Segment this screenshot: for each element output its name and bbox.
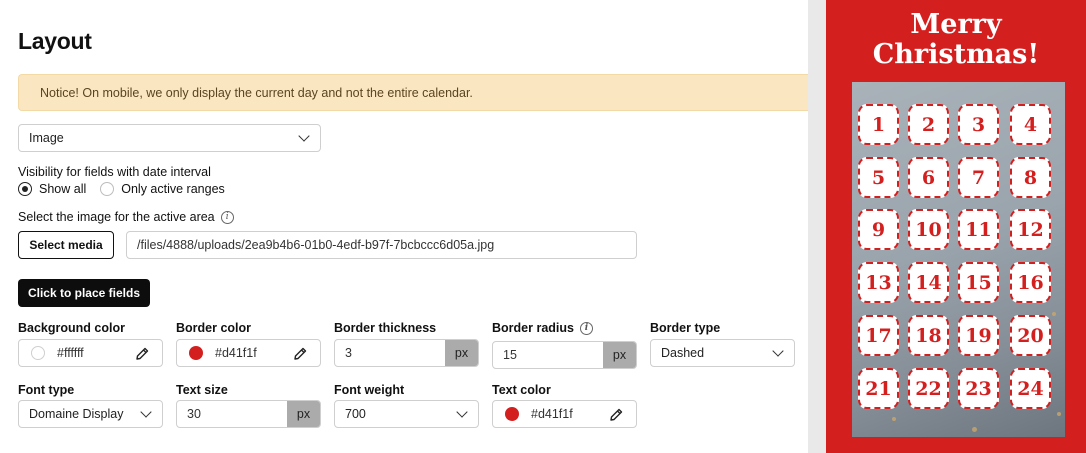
text-color-label: Text color <box>492 383 551 397</box>
eyedropper-icon[interactable] <box>134 346 150 362</box>
font-weight-value: 700 <box>345 407 366 421</box>
border-radius-label-text: Border radius <box>492 321 574 335</box>
sparkle-decoration <box>892 417 896 421</box>
text-size-input[interactable]: 30 px <box>176 400 321 428</box>
border-thickness-input[interactable]: 3 px <box>334 339 479 367</box>
layout-type-value: Image <box>29 131 64 145</box>
calendar-day-1[interactable]: 1 <box>858 104 899 145</box>
calendar-preview: Merry Christmas! 1 2 3 4 5 6 7 8 9 10 11 12 13 14 15 16… <box>826 0 1086 453</box>
chevron-down-icon <box>140 406 152 418</box>
settings-panel: Layout Notice! On mobile, we only displa… <box>0 0 808 453</box>
select-media-button[interactable]: Select media <box>18 231 114 259</box>
place-fields-button[interactable]: Click to place fields <box>18 279 150 307</box>
calendar-day-11[interactable]: 11 <box>958 209 999 250</box>
chevron-down-icon <box>298 130 310 142</box>
text-size-label: Text size <box>176 383 228 397</box>
active-image-label-text: Select the image for the active area <box>18 210 215 224</box>
calendar-day-16[interactable]: 16 <box>1010 262 1051 303</box>
calendar-day-7[interactable]: 7 <box>958 157 999 198</box>
border-color-value: #d41f1f <box>215 346 257 360</box>
calendar-day-20[interactable]: 20 <box>1010 315 1051 356</box>
chevron-down-icon <box>456 406 468 418</box>
px-unit-label: px <box>445 340 478 366</box>
calendar-day-6[interactable]: 6 <box>908 157 949 198</box>
radio-button-unchecked[interactable] <box>100 182 115 196</box>
background-color-value: #ffffff <box>57 346 84 360</box>
border-radius-input[interactable]: 15 px <box>492 341 637 369</box>
color-swatch <box>505 407 519 421</box>
background-color-label: Background color <box>18 321 125 335</box>
calendar-day-21[interactable]: 21 <box>858 368 899 409</box>
radio-only-active[interactable]: Only active ranges <box>100 182 225 196</box>
radio-button-checked[interactable] <box>18 182 32 196</box>
px-unit-label: px <box>287 401 320 427</box>
radio-show-all[interactable]: Show all <box>18 182 86 196</box>
active-image-label: Select the image for the active area i <box>18 210 234 225</box>
radio-show-all-label: Show all <box>39 182 87 196</box>
calendar-day-12[interactable]: 12 <box>1010 209 1051 250</box>
calendar-day-3[interactable]: 3 <box>958 104 999 145</box>
preview-title-line1: Merry <box>910 9 1002 40</box>
calendar-day-10[interactable]: 10 <box>908 209 949 250</box>
info-icon[interactable]: i <box>220 211 234 225</box>
calendar-image: 1 2 3 4 5 6 7 8 9 10 11 12 13 14 15 16 17 18 19 20 21 22 23 24 <box>852 82 1065 437</box>
border-type-select[interactable]: Dashed <box>650 339 795 367</box>
calendar-day-24[interactable]: 24 <box>1010 368 1051 409</box>
background-color-picker[interactable]: #ffffff <box>18 339 163 367</box>
calendar-day-13[interactable]: 13 <box>858 262 899 303</box>
visibility-radio-group: Show all Only active ranges <box>18 182 239 196</box>
border-color-picker[interactable]: #d41f1f <box>176 339 321 367</box>
mobile-notice: Notice! On mobile, we only display the c… <box>18 74 808 111</box>
radio-only-active-label: Only active ranges <box>121 182 225 196</box>
panel-divider <box>808 0 826 453</box>
color-swatch <box>189 346 203 360</box>
font-weight-label: Font weight <box>334 383 405 397</box>
calendar-day-18[interactable]: 18 <box>908 315 949 356</box>
border-thickness-label: Border thickness <box>334 321 437 335</box>
chevron-down-icon <box>772 345 784 357</box>
text-size-value: 30 <box>187 407 201 421</box>
calendar-day-15[interactable]: 15 <box>958 262 999 303</box>
font-type-select[interactable]: Domaine Display <box>18 400 163 428</box>
text-color-picker[interactable]: #d41f1f <box>492 400 637 428</box>
eyedropper-icon[interactable] <box>608 407 624 423</box>
calendar-day-2[interactable]: 2 <box>908 104 949 145</box>
calendar-day-14[interactable]: 14 <box>908 262 949 303</box>
preview-title-line2: Christmas! <box>872 39 1040 70</box>
calendar-day-4[interactable]: 4 <box>1010 104 1051 145</box>
border-color-label: Border color <box>176 321 252 335</box>
eyedropper-icon[interactable] <box>292 346 308 362</box>
info-icon[interactable]: i <box>579 322 593 336</box>
border-radius-value: 15 <box>503 348 517 362</box>
font-weight-select[interactable]: 700 <box>334 400 479 428</box>
color-swatch <box>31 346 45 360</box>
calendar-day-5[interactable]: 5 <box>858 157 899 198</box>
visibility-label: Visibility for fields with date interval <box>18 165 211 179</box>
calendar-day-9[interactable]: 9 <box>858 209 899 250</box>
page-title: Layout <box>18 28 92 54</box>
preview-title: Merry Christmas! <box>826 10 1086 70</box>
calendar-day-23[interactable]: 23 <box>958 368 999 409</box>
sparkle-decoration <box>1057 412 1061 416</box>
font-type-value: Domaine Display <box>29 407 124 421</box>
border-thickness-value: 3 <box>345 346 352 360</box>
calendar-day-17[interactable]: 17 <box>858 315 899 356</box>
calendar-day-19[interactable]: 19 <box>958 315 999 356</box>
sparkle-decoration <box>1052 312 1056 316</box>
calendar-day-22[interactable]: 22 <box>908 368 949 409</box>
layout-type-select[interactable]: Image <box>18 124 321 152</box>
border-radius-label: Border radius i <box>492 321 593 336</box>
font-type-label: Font type <box>18 383 75 397</box>
text-color-value: #d41f1f <box>531 407 573 421</box>
sparkle-decoration <box>972 427 977 432</box>
image-path-field[interactable]: /files/4888/uploads/2ea9b4b6-01b0-4edf-b… <box>126 231 637 259</box>
border-type-value: Dashed <box>661 346 705 360</box>
calendar-day-8[interactable]: 8 <box>1010 157 1051 198</box>
px-unit-label: px <box>603 342 636 368</box>
border-type-label: Border type <box>650 321 721 335</box>
